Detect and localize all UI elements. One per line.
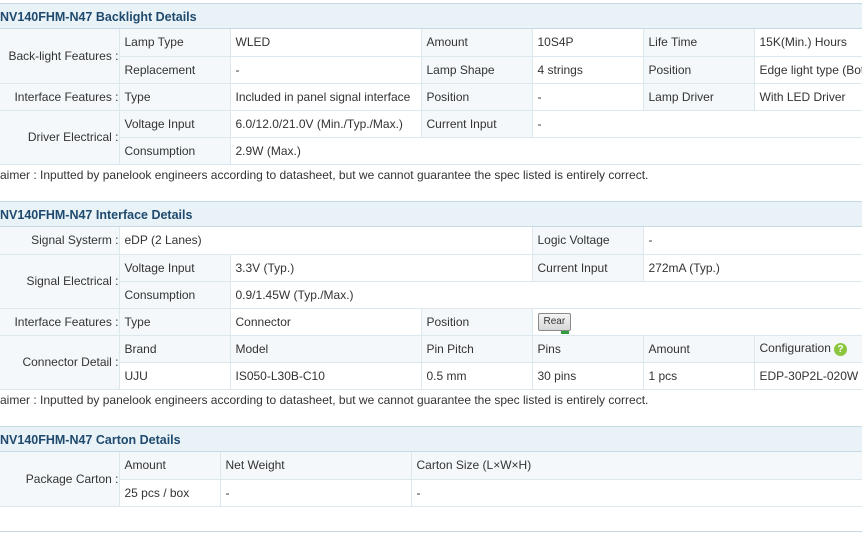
configuration-label-cell: Configuration?: [754, 335, 862, 363]
table-row: Interface Features : Type Connector Posi…: [0, 308, 862, 336]
table-row: Driver Electrical : Voltage Input 6.0/12…: [0, 110, 862, 165]
table-row: Back-light Features : Lamp Type WLED Amo…: [0, 29, 862, 84]
brand-label: Brand: [119, 335, 231, 363]
backlight-table: Back-light Features : Lamp Type WLED Amo…: [0, 29, 862, 165]
table-row: Replacement - Lamp Shape 4 strings Posit…: [0, 56, 862, 84]
table-row: Signal Systerm : eDP (2 Lanes) Logic Vol…: [0, 227, 862, 255]
backlight-disclaimer: aimer : Inputted by panelook engineers a…: [0, 168, 649, 182]
amount-value: 10S4P: [532, 29, 644, 57]
amount-label: Amount: [421, 29, 533, 57]
amount-label: Amount: [119, 452, 221, 480]
pins-label: Pins: [532, 335, 644, 363]
consumption-value: 2.9W (Max.): [230, 137, 862, 165]
pins-value: 30 pins: [532, 362, 644, 390]
voltage-input-value: 6.0/12.0/21.0V (Min./Typ./Max.): [230, 110, 422, 138]
lamp-driver-label: Lamp Driver: [643, 83, 755, 111]
net-weight-value: -: [220, 479, 412, 507]
signal-system-label: Signal Systerm :: [0, 227, 120, 255]
rear-indicator: [560, 330, 569, 334]
consumption-label: Consumption: [119, 281, 231, 309]
divider: [0, 531, 862, 532]
voltage-input-label: Voltage Input: [119, 110, 231, 138]
backlight-section-header: NV140FHM-N47 Backlight Details: [0, 3, 862, 29]
position-label: Position: [643, 56, 755, 84]
rear-button-label: Rear: [543, 315, 566, 327]
driver-electrical-label: Driver Electrical :: [0, 110, 120, 165]
position-value: Rear: [532, 308, 862, 336]
brand-value: UJU: [119, 362, 231, 390]
carton-size-label: Carton Size (L×W×H): [411, 452, 862, 480]
interface-section-title: NV140FHM-N47 Interface Details: [0, 208, 193, 222]
pin-pitch-value: 0.5 mm: [421, 362, 533, 390]
current-input-value: 272mA (Typ.): [643, 254, 862, 282]
current-input-value: -: [532, 110, 862, 138]
backlight-section-title: NV140FHM-N47 Backlight Details: [0, 10, 197, 24]
table-row: Consumption 0.9/1.45W (Typ./Max.): [0, 281, 862, 309]
rear-button[interactable]: Rear: [537, 312, 572, 334]
current-input-label: Current Input: [421, 110, 533, 138]
help-icon[interactable]: ?: [833, 342, 847, 356]
type-label: Type: [119, 83, 231, 111]
table-row: Consumption 2.9W (Max.): [0, 137, 862, 165]
life-time-label: Life Time: [643, 29, 755, 57]
table-row: Interface Features : Type Included in pa…: [0, 83, 862, 111]
model-value: IS050-L30B-C10: [230, 362, 422, 390]
carton-table: Package Carton : Amount Net Weight Carto…: [0, 452, 862, 507]
amount-value: 25 pcs / box: [119, 479, 221, 507]
consumption-label: Consumption: [119, 137, 231, 165]
amount-value: 1 pcs: [643, 362, 755, 390]
replacement-label: Replacement: [119, 56, 231, 84]
logic-voltage-value: -: [643, 227, 862, 255]
lamp-type-label: Lamp Type: [119, 29, 231, 57]
table-row: UJU IS050-L30B-C10 0.5 mm 30 pins 1 pcs …: [0, 362, 862, 390]
lamp-shape-value: 4 strings: [532, 56, 644, 84]
lamp-shape-label: Lamp Shape: [421, 56, 533, 84]
carton-section-header: NV140FHM-N47 Carton Details: [0, 426, 862, 452]
connector-detail-label: Connector Detail :: [0, 335, 120, 390]
signal-electrical-label: Signal Electrical :: [0, 254, 120, 309]
voltage-input-value: 3.3V (Typ.): [230, 254, 533, 282]
type-value: Connector: [230, 308, 422, 336]
life-time-value: 15K(Min.) Hours: [754, 29, 862, 57]
signal-system-value: eDP (2 Lanes): [119, 227, 533, 255]
replacement-value: -: [230, 56, 422, 84]
logic-voltage-label: Logic Voltage: [532, 227, 644, 255]
position-value: Edge light type (Bot: [754, 56, 862, 84]
model-label: Model: [230, 335, 422, 363]
interface-features-label: Interface Features :: [0, 83, 120, 111]
carton-size-value: -: [411, 479, 862, 507]
backlight-features-label: Back-light Features :: [0, 29, 120, 84]
interface-features-label: Interface Features :: [0, 308, 120, 336]
position-label: Position: [421, 308, 533, 336]
table-row: 25 pcs / box - -: [0, 479, 862, 507]
lamp-driver-value: With LED Driver: [754, 83, 862, 111]
iface-position-value: -: [532, 83, 644, 111]
net-weight-label: Net Weight: [220, 452, 412, 480]
amount-label: Amount: [643, 335, 755, 363]
configuration-value: EDP-30P2L-020W: [754, 362, 862, 390]
table-row: Signal Electrical : Voltage Input 3.3V (…: [0, 254, 862, 309]
current-input-label: Current Input: [532, 254, 644, 282]
table-row: Package Carton : Amount Net Weight Carto…: [0, 452, 862, 507]
carton-section-title: NV140FHM-N47 Carton Details: [0, 433, 181, 447]
type-label: Type: [119, 308, 231, 336]
iface-position-label: Position: [421, 83, 533, 111]
interface-section-header: NV140FHM-N47 Interface Details: [0, 201, 862, 227]
package-carton-label: Package Carton :: [0, 452, 120, 507]
table-row: Connector Detail : Brand Model Pin Pitch…: [0, 335, 862, 390]
pin-pitch-label: Pin Pitch: [421, 335, 533, 363]
type-value: Included in panel signal interface: [230, 83, 422, 111]
interface-disclaimer: aimer : Inputted by panelook engineers a…: [0, 393, 649, 407]
lamp-type-value: WLED: [230, 29, 422, 57]
consumption-value: 0.9/1.45W (Typ./Max.): [230, 281, 862, 309]
voltage-input-label: Voltage Input: [119, 254, 231, 282]
interface-table: Signal Systerm : eDP (2 Lanes) Logic Vol…: [0, 227, 862, 390]
configuration-label: Configuration: [759, 341, 831, 356]
